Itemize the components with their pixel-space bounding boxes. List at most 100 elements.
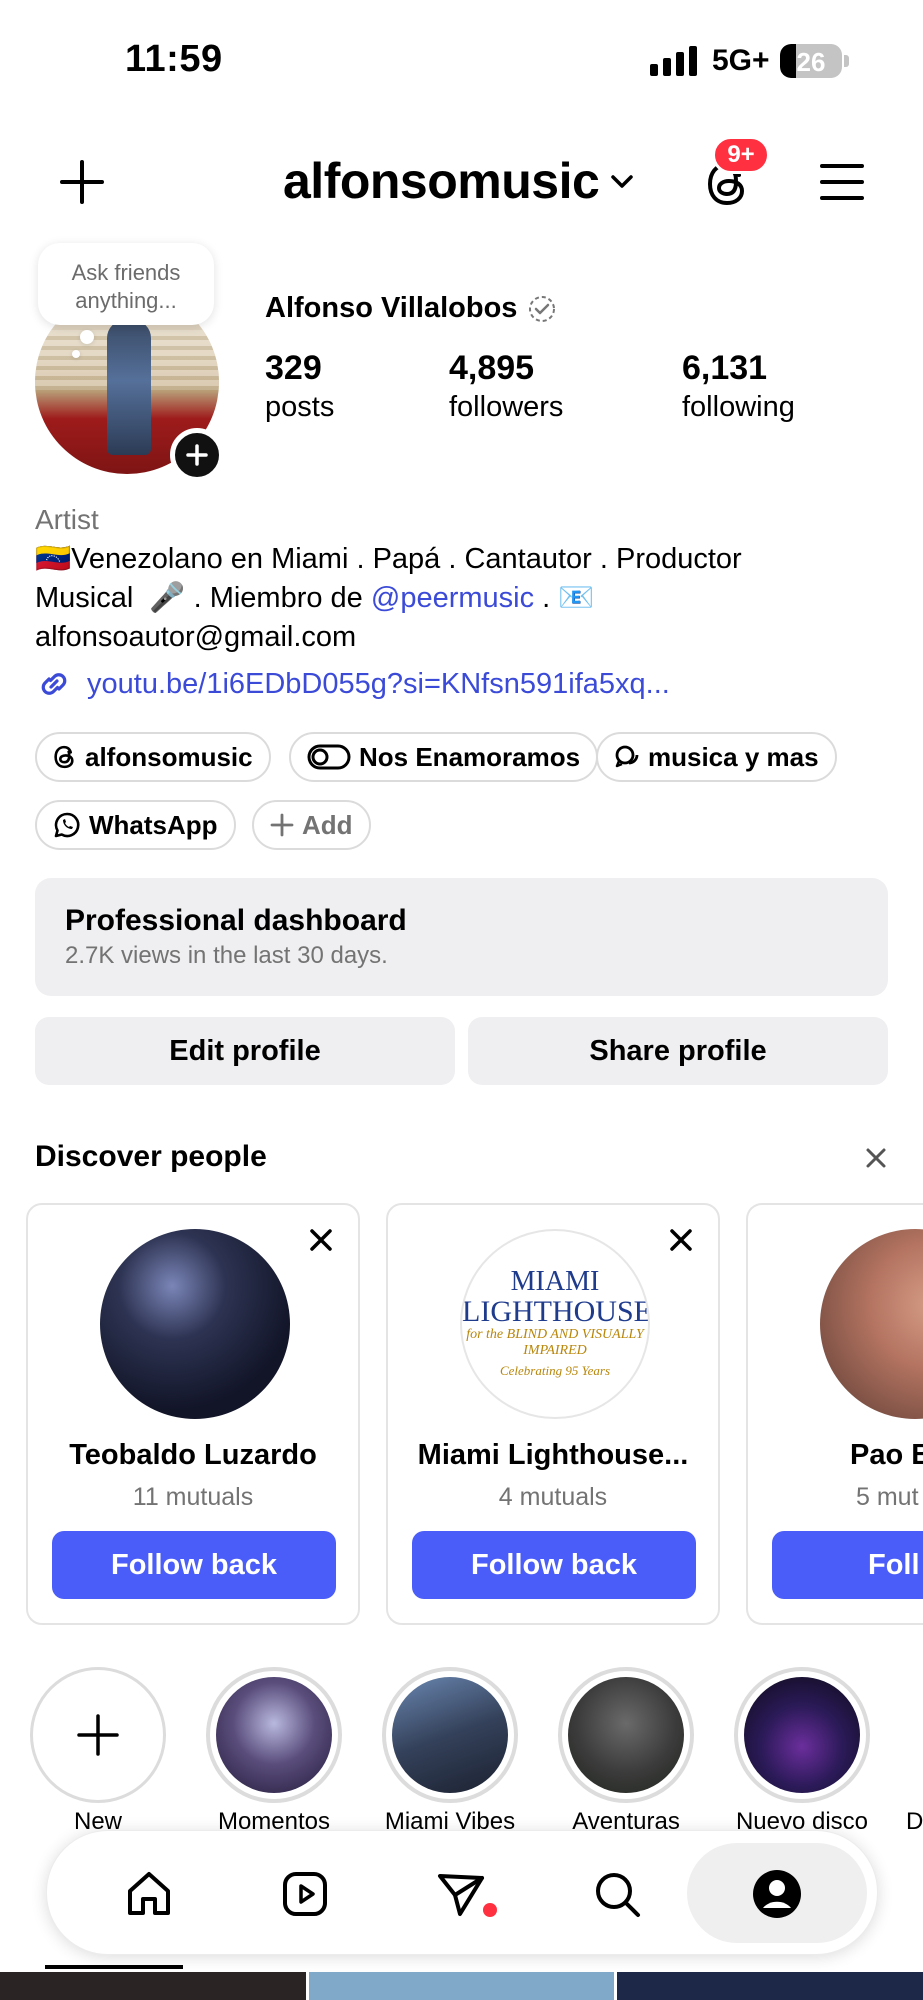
follow-back-button[interactable]: Follow back (52, 1531, 336, 1599)
new-highlight-button[interactable] (30, 1667, 166, 1803)
music-chip-icon (307, 744, 351, 770)
suggestion-card: Teobaldo Luzardo 11 mutuals Follow back (26, 1203, 360, 1625)
note-bubble[interactable]: Ask friends anything... (38, 243, 214, 325)
profile-bio: 🇻🇪Venezolano en Miami . Papá . Cantautor… (35, 540, 895, 657)
chip-threads[interactable]: alfonsomusic (35, 732, 271, 782)
search-tab-icon[interactable] (577, 1854, 657, 1934)
plus-icon (270, 813, 294, 837)
create-plus-icon[interactable] (50, 150, 114, 214)
battery-level: 26 (796, 47, 826, 77)
suggestion-card: MIAMI LIGHTHOUSE for the BLIND AND VISUA… (386, 1203, 720, 1625)
chevron-down-icon (611, 175, 634, 188)
highlight[interactable] (734, 1667, 870, 1803)
home-tab-icon[interactable] (109, 1854, 189, 1934)
follow-back-button[interactable]: Foll (772, 1531, 923, 1599)
stat-label: following (682, 391, 795, 423)
highlight-thumbnail (392, 1677, 508, 1793)
highlight-thumbnail (744, 1677, 860, 1793)
chip-label: WhatsApp (89, 809, 218, 840)
status-time: 11:59 (125, 38, 223, 80)
chip-label: alfonsomusic (85, 741, 253, 772)
logo-text: MIAMI (510, 1266, 600, 1297)
stat-following[interactable]: 6,131 following (682, 348, 795, 426)
highlight-label: D (906, 1808, 923, 1835)
chip-whatsapp[interactable]: WhatsApp (35, 800, 236, 850)
dashboard-subtitle: 2.7K views in the last 30 days. (65, 942, 388, 969)
stat-label: posts (265, 391, 335, 423)
plus-icon (77, 1714, 119, 1756)
suggestion-mutuals: 11 mutuals (132, 1483, 254, 1511)
add-story-button[interactable] (170, 428, 224, 482)
reels-tab-icon[interactable] (265, 1854, 345, 1934)
network-label: 5G+ (712, 44, 770, 77)
stat-followers[interactable]: 4,895 followers (449, 348, 563, 426)
whatsapp-icon (54, 812, 80, 838)
bio-text: . 📧 (534, 582, 595, 614)
verified-icon (529, 295, 556, 322)
account-switcher[interactable]: alfonsomusic (283, 152, 635, 210)
profile-category: Artist (35, 504, 99, 535)
suggestion-avatar[interactable] (820, 1229, 923, 1419)
grid-tab-indicator (45, 1965, 183, 1969)
highlight[interactable] (558, 1667, 694, 1803)
suggestion-mutuals: 4 mutuals (498, 1483, 608, 1511)
stat-posts[interactable]: 329 posts (265, 348, 334, 426)
link-text: youtu.be/1i6EDbD055g?si=KNfsn591ifa5xq..… (87, 667, 670, 700)
bottom-tab-bar (46, 1830, 878, 1955)
profile-name-row: Alfonso Villalobos (265, 292, 557, 325)
close-icon[interactable] (666, 1225, 696, 1255)
notification-dot (483, 1903, 497, 1917)
full-name: Alfonso Villalobos (265, 292, 518, 324)
notification-badge: 9+ (712, 136, 770, 174)
direct-messages-tab-icon[interactable] (421, 1854, 501, 1934)
suggestion-avatar[interactable] (100, 1229, 290, 1419)
stat-value: 329 (265, 349, 322, 387)
signal-icon (650, 46, 698, 76)
chip-label: musica y mas (648, 741, 819, 772)
link-icon (41, 673, 67, 695)
profile-link[interactable]: youtu.be/1i6EDbD055g?si=KNfsn591ifa5xq..… (35, 665, 670, 703)
note-tail (80, 330, 94, 344)
highlight-thumbnail (216, 1677, 332, 1793)
posts-grid (0, 1972, 923, 2000)
bio-email: alfonsoautor@gmail.com (35, 621, 357, 653)
chip-music[interactable]: Nos Enamoramos (289, 732, 599, 782)
suggestion-name[interactable]: Teobaldo Luzardo (28, 1439, 358, 1472)
profile-header: alfonsomusic (0, 130, 923, 230)
highlight[interactable] (206, 1667, 342, 1803)
chip-add[interactable]: Add (252, 800, 371, 850)
chip-label: Nos Enamoramos (359, 741, 581, 772)
post-thumbnail[interactable] (308, 1972, 615, 2000)
status-bar: 11:59 5G+ 26 (0, 0, 923, 120)
close-icon[interactable] (860, 1142, 892, 1174)
share-profile-button[interactable]: Share profile (468, 1017, 888, 1085)
highlight-thumbnail (568, 1677, 684, 1793)
logo-text: LIGHTHOUSE (462, 1295, 650, 1328)
bio-line: Musical 🎤 . Miembro de @peermusic . 📧 (35, 579, 895, 618)
post-thumbnail[interactable] (0, 1972, 306, 2000)
stat-value: 6,131 (682, 349, 768, 387)
close-icon[interactable] (306, 1225, 336, 1255)
logo-text: for the BLIND AND VISUALLY IMPAIRED (466, 1327, 644, 1358)
edit-profile-button[interactable]: Edit profile (35, 1017, 455, 1085)
username: alfonsomusic (283, 153, 600, 209)
profile-tab-icon[interactable] (737, 1854, 817, 1934)
chat-icon (615, 745, 639, 768)
chip-channel[interactable]: musica y mas (596, 732, 837, 782)
suggestion-mutuals: 5 mut (856, 1483, 919, 1511)
suggestion-card: Pao B 5 mut Foll (746, 1203, 923, 1625)
bio-mention-link[interactable]: @peermusic (371, 582, 534, 614)
follow-back-button[interactable]: Follow back (412, 1531, 696, 1599)
professional-dashboard[interactable]: Professional dashboard 2.7K views in the… (35, 878, 888, 996)
chip-label: Add (302, 809, 353, 840)
battery-tip (844, 55, 849, 67)
bio-line: 🇻🇪Venezolano en Miami . Papá . Cantautor… (35, 543, 742, 575)
bio-text: Musical 🎤 . Miembro de (35, 582, 371, 614)
suggestion-avatar[interactable]: MIAMI LIGHTHOUSE for the BLIND AND VISUA… (460, 1229, 650, 1419)
highlight[interactable] (382, 1667, 518, 1803)
suggestion-name[interactable]: Pao B (748, 1439, 923, 1472)
post-thumbnail[interactable] (617, 1972, 923, 2000)
threads-icon (54, 745, 74, 769)
menu-icon[interactable] (812, 152, 872, 212)
suggestion-name[interactable]: Miami Lighthouse... (388, 1439, 718, 1472)
